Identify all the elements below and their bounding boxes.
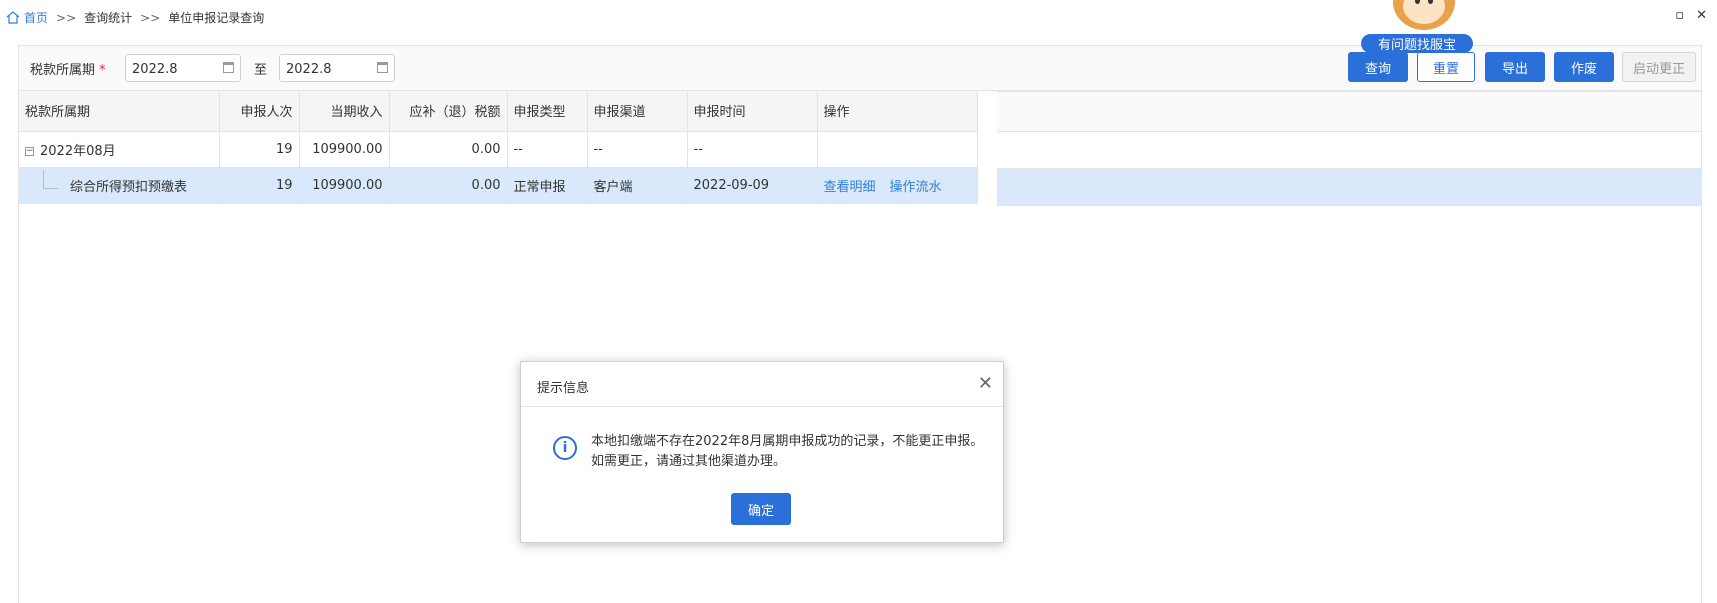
confirm-button[interactable]: 确定	[731, 493, 791, 525]
group-count: 19	[219, 131, 300, 168]
end-period-input[interactable]	[284, 56, 372, 82]
restore-icon[interactable]: ▫	[1675, 8, 1684, 23]
calendar-icon[interactable]	[377, 62, 388, 73]
detail-type: 正常申报	[507, 167, 588, 204]
col-type: 申报类型	[507, 91, 588, 132]
group-period: 2022年08月	[40, 143, 116, 159]
group-action	[817, 131, 978, 168]
mascot-eye	[1428, 0, 1433, 4]
info-icon: i	[553, 436, 577, 460]
table-header-row: 税款所属期 申报人次 当期收入 应补（退）税额 申报类型 申报渠道 申报时间 操…	[19, 91, 978, 132]
group-period-cell: −2022年08月	[19, 131, 220, 168]
end-period-field[interactable]	[279, 54, 395, 82]
period-label-text: 税款所属期	[30, 63, 96, 78]
help-label[interactable]: 有问题找服宝	[1361, 34, 1473, 53]
table-row-group[interactable]: −2022年08月 19 109900.00 0.00 -- -- --	[19, 131, 978, 168]
required-mark: *	[99, 63, 106, 78]
detail-tax: 0.00	[389, 167, 508, 204]
col-tax: 应补（退）税额	[389, 91, 508, 132]
query-button[interactable]: 查询	[1348, 52, 1408, 82]
dialog-header: 提示信息 ✕	[521, 362, 1003, 407]
breadcrumb-home[interactable]: 首页	[24, 9, 48, 26]
mascot-eye	[1415, 0, 1420, 4]
dialog-message: 本地扣缴端不存在2022年8月属期申报成功的记录，不能更正申报。如需更正，请通过…	[591, 434, 984, 469]
group-row-extension	[997, 132, 1701, 169]
record-table: 税款所属期 申报人次 当期收入 应补（退）税额 申报类型 申报渠道 申报时间 操…	[19, 91, 978, 204]
col-action: 操作	[817, 91, 978, 132]
breadcrumb: 首页 >> 查询统计 >> 单位申报记录查询	[6, 9, 264, 26]
home-icon[interactable]	[6, 11, 20, 24]
col-time: 申报时间	[687, 91, 818, 132]
col-period: 税款所属期	[19, 91, 220, 132]
detail-row-extension	[997, 169, 1701, 206]
col-channel: 申报渠道	[587, 91, 688, 132]
group-type: --	[507, 131, 588, 168]
mascot-face-inner	[1403, 0, 1445, 24]
header-row-extension	[997, 91, 1701, 132]
reset-button[interactable]: 重置	[1417, 52, 1475, 82]
group-time: --	[687, 131, 818, 168]
detail-period: 综合所得预扣预缴表	[70, 179, 188, 195]
group-tax: 0.00	[389, 131, 508, 168]
close-icon[interactable]: ✕	[1696, 8, 1707, 23]
tree-line	[43, 169, 58, 189]
detail-action-cell: 查看明细 操作流水	[817, 167, 978, 204]
detail-channel: 客户端	[587, 167, 688, 204]
info-dialog: 提示信息 ✕ i 本地扣缴端不存在2022年8月属期申报成功的记录，不能更正申报…	[520, 361, 1004, 543]
breadcrumb-separator: >>	[140, 10, 161, 25]
col-count: 申报人次	[219, 91, 300, 132]
start-correction-button[interactable]: 启动更正	[1622, 52, 1696, 82]
dialog-title: 提示信息	[537, 381, 590, 396]
detail-count: 19	[219, 167, 300, 204]
mascot-face-icon	[1393, 0, 1455, 30]
view-detail-link[interactable]: 查看明细	[824, 180, 876, 195]
start-period-input[interactable]	[130, 56, 218, 82]
detail-time: 2022-09-09	[687, 167, 818, 204]
export-button[interactable]: 导出	[1485, 52, 1545, 82]
col-income: 当期收入	[299, 91, 390, 132]
operation-log-link[interactable]: 操作流水	[890, 180, 942, 195]
group-channel: --	[587, 131, 688, 168]
collapse-toggle-icon[interactable]: −	[25, 146, 34, 156]
detail-income: 109900.00	[299, 167, 390, 204]
void-button[interactable]: 作废	[1554, 52, 1614, 82]
detail-period-cell: 综合所得预扣预缴表	[19, 167, 220, 204]
to-label: 至	[254, 63, 268, 78]
breadcrumb-separator: >>	[56, 10, 77, 25]
window-controls: ▫ ✕	[1675, 8, 1707, 23]
period-label: 税款所属期 *	[30, 59, 106, 78]
dialog-close-icon[interactable]: ✕	[978, 373, 993, 394]
help-mascot[interactable]: 有问题找服宝	[1361, 0, 1501, 53]
breadcrumb-query-stats[interactable]: 查询统计	[84, 9, 132, 26]
calendar-icon[interactable]	[223, 62, 234, 73]
breadcrumb-current: 单位申报记录查询	[168, 11, 265, 25]
table-row-detail[interactable]: 综合所得预扣预缴表 19 109900.00 0.00 正常申报 客户端 202…	[19, 167, 978, 204]
group-income: 109900.00	[299, 131, 390, 168]
start-period-field[interactable]	[125, 54, 241, 82]
